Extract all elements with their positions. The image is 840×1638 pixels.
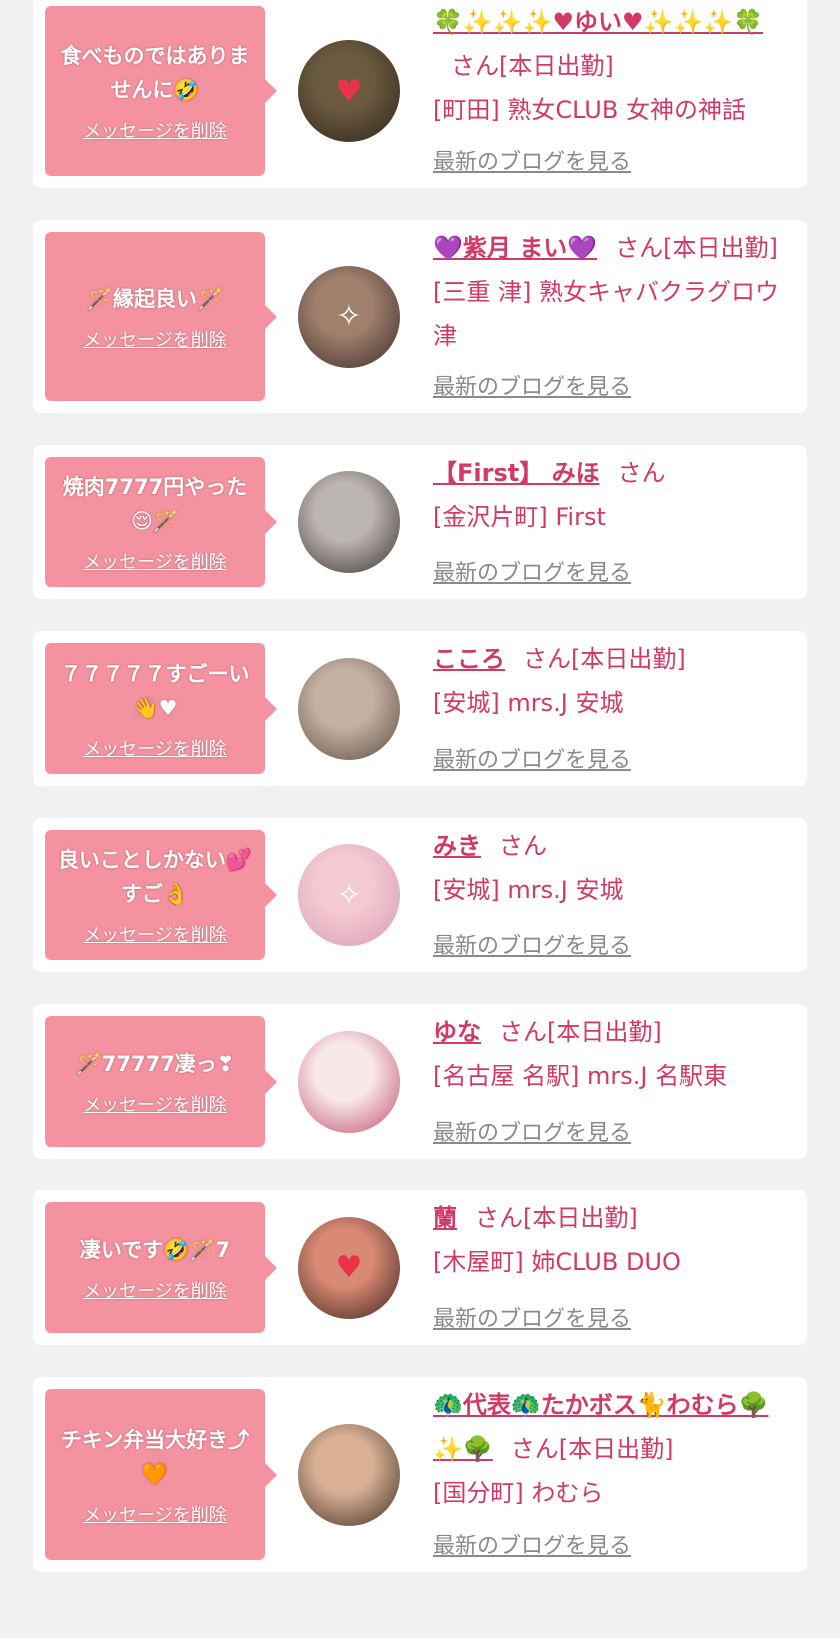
cast-name-link[interactable]: みき: [433, 832, 481, 860]
message-card: 凄いです🤣🪄7 メッセージを削除 ♥ 蘭さん[本日出勤] [木屋町] 姉CLUB…: [33, 1190, 807, 1345]
latest-blog-link[interactable]: 最新のブログを見る: [433, 148, 631, 178]
shop-name: [木屋町] 姉CLUB DUO: [433, 1248, 681, 1276]
message-bubble: 良いことしかない💕すご👌 メッセージを削除: [45, 830, 277, 960]
message-card: 焼肉7777円やった😌🪄 メッセージを削除 【First】 みほ さん [金沢片町…: [33, 445, 807, 599]
cast-suffix: さん[本日出勤]: [523, 645, 686, 673]
person-icon: [298, 1424, 400, 1526]
message-bubble: ７７７７７すごーい👋♥ メッセージを削除: [45, 643, 277, 774]
sparkle-icon: ✧: [336, 299, 362, 334]
shop-name: [町田] 熟女CLUB 女神の神話: [433, 96, 746, 124]
message-text: 良いことしかない💕すご👌: [57, 848, 253, 906]
shop-name: [金沢片町] First: [433, 503, 606, 531]
delete-message-link[interactable]: メッセージを削除: [83, 1501, 227, 1527]
message-bubble: 凄いです🤣🪄7 メッセージを削除: [45, 1202, 277, 1333]
delete-message-link[interactable]: メッセージを削除: [83, 921, 227, 947]
message-text: 凄いです🤣🪄7: [79, 1237, 231, 1262]
avatar[interactable]: ♥: [298, 1216, 400, 1319]
message-text: 焼肉7777円やった😌🪄: [62, 475, 248, 533]
cast-name-link[interactable]: 蘭: [433, 1204, 457, 1232]
cast-suffix: さん[本日出勤]: [499, 1018, 662, 1046]
cast-suffix: さん[本日出勤]: [475, 1204, 638, 1232]
avatar[interactable]: [298, 1423, 400, 1526]
latest-blog-link[interactable]: 最新のブログを見る: [433, 1532, 631, 1562]
delete-message-link[interactable]: メッセージを削除: [83, 117, 227, 143]
cast-info: 🍀✨✨✨♥ゆい♥✨✨✨🍀 さん[本日出勤] [町田] 熟女CLUB 女神の神話: [433, 0, 797, 132]
message-list: 食べものではありませんに🤣 メッセージを削除 ♥ 🍀✨✨✨♥ゆい♥✨✨✨🍀さん[…: [0, 0, 840, 1638]
message-bubble: 🪄縁起良い🪄 メッセージを削除: [45, 232, 277, 401]
latest-blog-link[interactable]: 最新のブログを見る: [433, 373, 631, 403]
person-icon: [298, 471, 400, 573]
shop-name: [国分町] わむら: [433, 1479, 604, 1507]
message-bubble: 食べものではありませんに🤣 メッセージを削除: [45, 6, 277, 176]
cast-name-link[interactable]: 【First】 みほ: [433, 459, 600, 487]
cast-suffix: さん: [499, 832, 547, 860]
message-text: 🪄77777凄っ❣: [75, 1051, 235, 1076]
cast-info: 【First】 みほ さん [金沢片町] First: [433, 451, 797, 539]
message-bubble: チキン弁当大好き⤴🧡 メッセージを削除: [45, 1389, 277, 1560]
cast-info: ゆな さん[本日出勤] [名古屋 名駅] mrs.J 名駅東: [433, 1010, 797, 1098]
person-icon: [298, 1031, 400, 1133]
cast-name-link[interactable]: こころ: [433, 645, 505, 673]
message-card: 🪄縁起良い🪄 メッセージを削除 ✧ 💜紫月 まい💜 さん[本日出勤] [三重 津]…: [33, 220, 807, 413]
delete-message-link[interactable]: メッセージを削除: [83, 1091, 227, 1117]
message-card: 🪄77777凄っ❣ メッセージを削除 ゆな さん[本日出勤] [名古屋 名駅] m…: [33, 1004, 807, 1159]
person-icon: [298, 658, 400, 760]
latest-blog-link[interactable]: 最新のブログを見る: [433, 559, 631, 589]
delete-message-link[interactable]: メッセージを削除: [83, 326, 227, 352]
cast-info: みき さん [安城] mrs.J 安城: [433, 824, 797, 912]
cast-suffix: さん[本日出勤]: [451, 52, 614, 80]
message-text: 🪄縁起良い🪄: [86, 286, 224, 311]
shop-name: [安城] mrs.J 安城: [433, 689, 624, 717]
latest-blog-link[interactable]: 最新のブログを見る: [433, 932, 631, 962]
message-text: チキン弁当大好き⤴🧡: [60, 1427, 250, 1486]
avatar[interactable]: ✧: [298, 265, 400, 368]
message-card: 食べものではありませんに🤣 メッセージを削除 ♥ 🍀✨✨✨♥ゆい♥✨✨✨🍀 さん[…: [33, 0, 807, 188]
heart-icon: ♥: [335, 1250, 363, 1285]
cast-name-link[interactable]: 🍀✨✨✨♥ゆい♥✨✨✨🍀: [433, 8, 763, 36]
message-text: 食べものではありませんに🤣: [60, 44, 250, 102]
cast-info: 蘭さん[本日出勤] [木屋町] 姉CLUB DUO: [433, 1196, 797, 1284]
cast-info: こころ さん[本日出勤] [安城] mrs.J 安城: [433, 637, 797, 725]
avatar[interactable]: [298, 657, 400, 760]
message-card: 良いことしかない💕すご👌 メッセージを削除 ✧ みき さん [安城] mrs.J …: [33, 818, 807, 972]
message-text: ７７７７７すごーい👋♥: [60, 661, 250, 720]
delete-message-link[interactable]: メッセージを削除: [83, 548, 227, 574]
cast-suffix: さん: [617, 459, 666, 487]
latest-blog-link[interactable]: 最新のブログを見る: [433, 746, 631, 776]
cast-info: 🦚代表🦚たかボス🐈わむら🌳✨🌳 さん[本日出勤] [国分町] わむら: [433, 1383, 797, 1515]
cast-suffix: さん[本日出勤]: [615, 234, 778, 262]
latest-blog-link[interactable]: 最新のブログを見る: [433, 1119, 631, 1149]
avatar[interactable]: [298, 1030, 400, 1133]
avatar[interactable]: ♥: [298, 40, 400, 142]
message-card: ７７７７７すごーい👋♥ メッセージを削除 こころ さん[本日出勤] [安城] mr…: [33, 631, 807, 786]
delete-message-link[interactable]: メッセージを削除: [83, 1277, 227, 1303]
shop-name: [名古屋 名駅] mrs.J 名駅東: [433, 1062, 728, 1090]
cast-name-link[interactable]: ゆな: [433, 1018, 481, 1046]
cast-info: 💜紫月 まい💜 さん[本日出勤] [三重 津] 熟女キャバクラグロウ津: [433, 226, 797, 358]
message-card: チキン弁当大好き⤴🧡 メッセージを削除 🦚代表🦚たかボス🐈わむら🌳✨🌳 さん[本日…: [33, 1377, 807, 1572]
shop-name: [安城] mrs.J 安城: [433, 876, 624, 904]
delete-message-link[interactable]: メッセージを削除: [83, 735, 227, 761]
message-bubble: 🪄77777凄っ❣ メッセージを削除: [45, 1016, 277, 1147]
sparkle-icon: ✧: [336, 877, 362, 913]
avatar[interactable]: [298, 471, 400, 573]
shop-name: [三重 津] 熟女キャバクラグロウ津: [433, 278, 779, 350]
latest-blog-link[interactable]: 最新のブログを見る: [433, 1305, 631, 1335]
message-bubble: 焼肉7777円やった😌🪄 メッセージを削除: [45, 457, 277, 587]
avatar[interactable]: ✧: [298, 844, 400, 946]
cast-name-link[interactable]: 💜紫月 まい💜: [433, 234, 597, 262]
heart-icon: ♥: [335, 73, 363, 109]
cast-suffix: さん[本日出勤]: [510, 1435, 674, 1463]
